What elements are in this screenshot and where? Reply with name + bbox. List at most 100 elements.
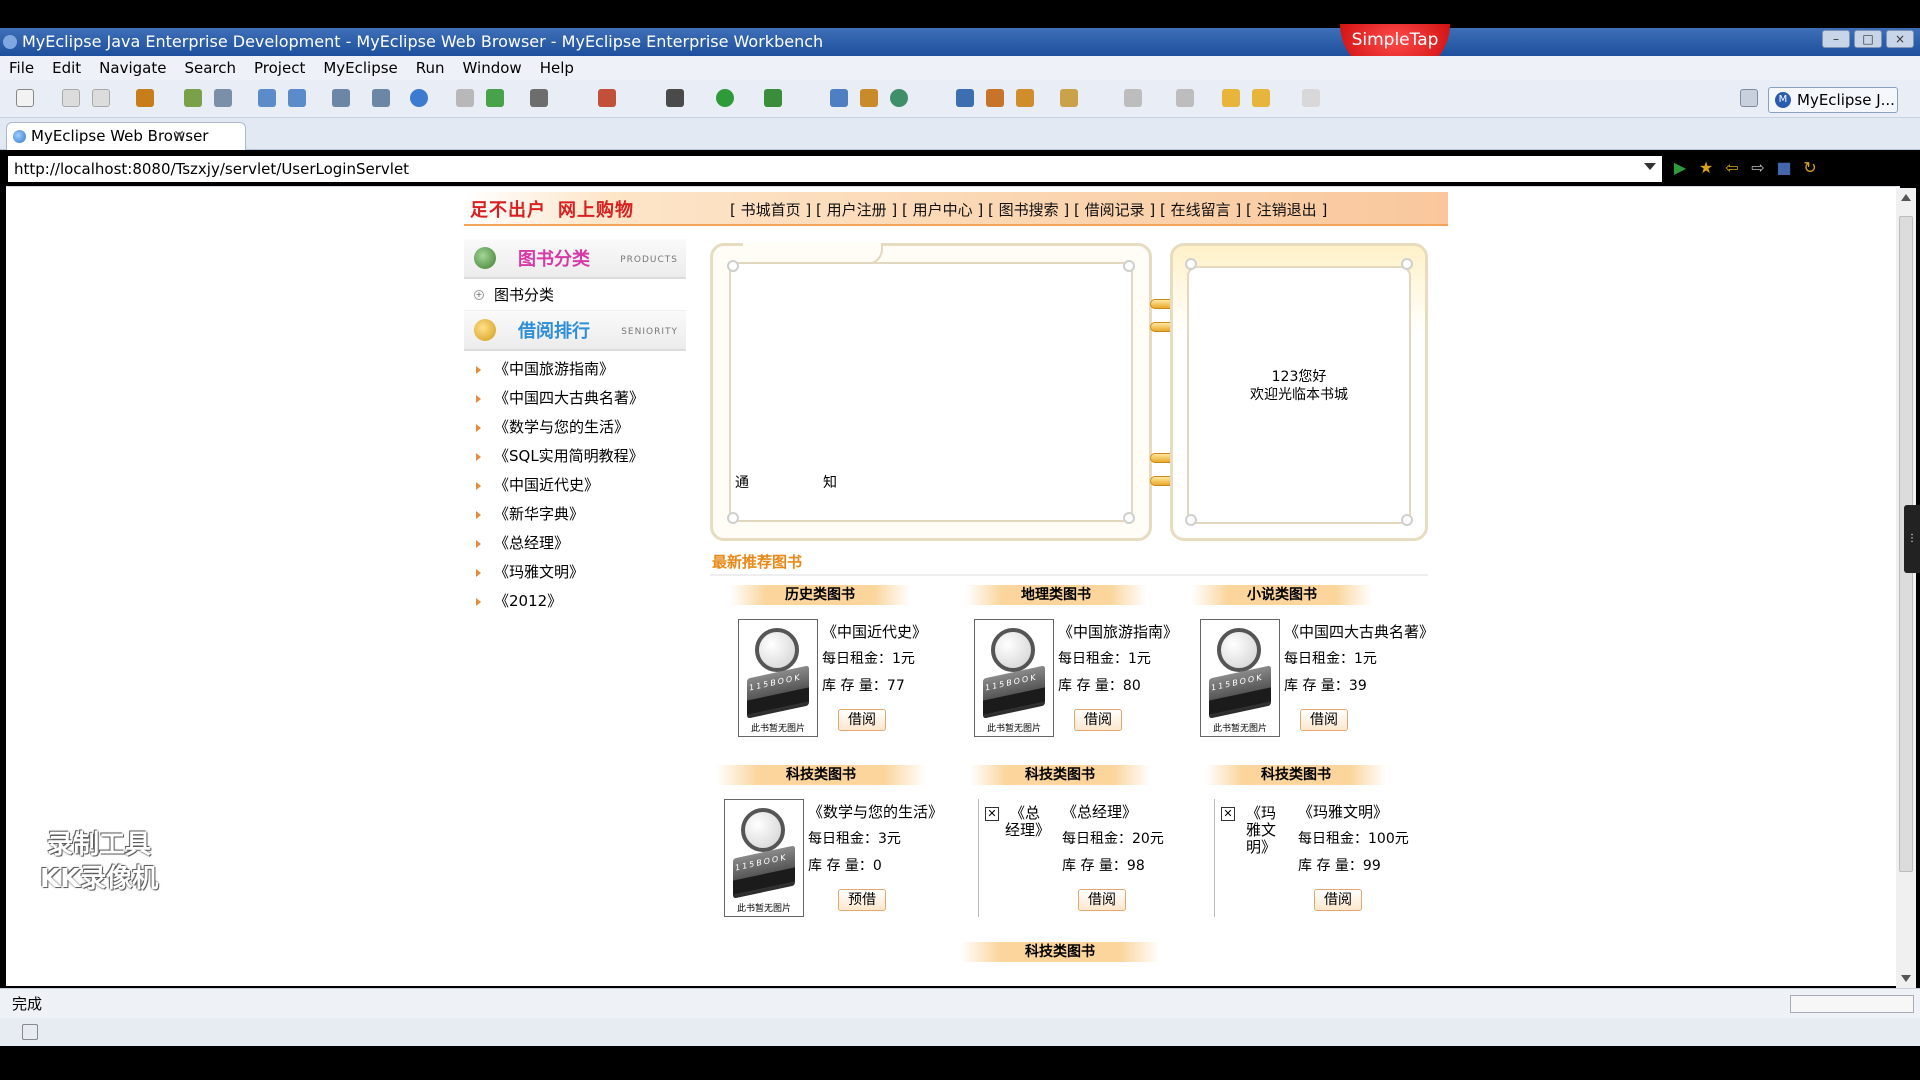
open-icon[interactable] [456,89,474,107]
rank-item[interactable]: 《总经理》 [464,529,686,558]
run-icon[interactable] [716,89,734,107]
rank-item[interactable]: 《SQL实用简明教程》 [464,442,686,471]
save-icon[interactable] [62,89,80,107]
folder-icon[interactable] [1060,89,1078,107]
menu-window[interactable]: Window [454,56,531,80]
borrow-button[interactable]: 借阅 [1078,889,1126,911]
browser-forward-icon[interactable]: ⇨ [1748,158,1768,178]
rank-item[interactable]: 《中国四大古典名著》 [464,384,686,413]
deploy-icon[interactable] [258,89,276,107]
export-icon[interactable] [372,89,390,107]
back-icon[interactable] [1252,89,1270,107]
tab-web-browser[interactable]: MyEclipse Web Browser ✕ [6,122,246,150]
debug-icon[interactable] [184,89,202,107]
browser-back-icon[interactable]: ⇦ [1722,158,1742,178]
favorites-icon[interactable]: ★ [1696,158,1716,178]
last-edit-icon[interactable] [1222,89,1240,107]
browser-nav-icons: ▶ ★ ⇦ ⇨ ■ ↻ [1670,158,1820,178]
book-stock: 库 存 量：0 [808,858,882,874]
bullet-icon [476,540,481,548]
book-title[interactable]: 《总经理》 [1062,799,1164,826]
tools-icon[interactable] [598,89,616,107]
forward-icon[interactable] [1302,89,1320,107]
menu-help[interactable]: Help [531,56,583,80]
site-nav[interactable]: [ 书城首页 ] [ 用户注册 ] [ 用户中心 ] [ 图书搜索 ] [ 借阅… [730,199,1327,220]
stop-icon[interactable]: ■ [1774,158,1794,178]
book-title[interactable]: 《中国近代史》 [822,619,927,646]
next-annotation-icon[interactable] [1124,89,1142,107]
category-item[interactable]: + 图书分类 [464,279,686,311]
menu-edit[interactable]: Edit [43,56,90,80]
book-cover[interactable]: 115BOOK 此书暂无图片 [738,619,818,737]
go-icon[interactable]: ▶ [1670,158,1690,178]
url-dropdown-icon[interactable] [1644,163,1656,170]
borrow-button[interactable]: 借阅 [1314,889,1362,911]
rank-item[interactable]: 《新华字典》 [464,500,686,529]
rank-item[interactable]: 《2012》 [464,587,686,616]
bug-icon[interactable] [666,89,684,107]
maximize-icon[interactable]: □ [1854,30,1882,48]
screen-icon[interactable] [530,89,548,107]
run-external-icon[interactable] [764,89,782,107]
book-rent: 每日租金：3元 [808,831,901,847]
browser-refresh-icon[interactable]: ↻ [1800,158,1820,178]
menu-navigate[interactable]: Navigate [90,56,175,80]
borrow-button[interactable]: 借阅 [1300,709,1348,731]
vertical-scrollbar[interactable] [1896,188,1916,988]
side-panel-handle[interactable]: ⋮ [1904,505,1920,573]
menu-bar: File Edit Navigate Search Project MyEcli… [0,56,1920,80]
cover-nopic-label: 此书暂无图片 [986,724,1041,734]
book-title[interactable]: 《中国四大古典名著》 [1284,619,1434,646]
menu-search[interactable]: Search [175,56,245,80]
bullet-icon [476,511,481,519]
minimize-icon[interactable]: – [1822,30,1850,48]
url-input[interactable]: http://localhost:8080/Tszxjy/servlet/Use… [8,156,1662,182]
scroll-down-icon[interactable] [1901,975,1911,982]
book-cover[interactable]: 115BOOK 此书暂无图片 [974,619,1054,737]
ring-icon [1401,258,1413,270]
rank-item[interactable]: 《数学与您的生活》 [464,413,686,442]
cover-nopic-label: 此书暂无图片 [1212,724,1267,734]
open-perspective-icon[interactable] [1740,89,1758,107]
redeploy-icon[interactable] [288,89,306,107]
package-icon[interactable] [136,89,154,107]
edit-icon[interactable] [986,89,1004,107]
new-package-icon[interactable] [860,89,878,107]
prev-annotation-icon[interactable] [1176,89,1194,107]
close-window-icon[interactable]: × [1886,30,1914,48]
category-header: 图书分类 PRODUCTS [464,239,686,279]
book-title[interactable]: 《数学与您的生活》 [808,799,943,826]
menu-myeclipse[interactable]: MyEclipse [314,56,406,80]
book-title[interactable]: 《中国旅游指南》 [1058,619,1178,646]
book-rent: 每日租金：20元 [1062,831,1164,847]
book-cover[interactable]: 115BOOK 此书暂无图片 [724,799,804,917]
db-icon[interactable] [332,89,350,107]
browser-icon[interactable] [410,89,428,107]
refresh-icon[interactable] [486,89,504,107]
close-icon[interactable]: ✕ [173,123,185,149]
print-icon[interactable] [92,89,110,107]
open-type-icon[interactable] [956,89,974,107]
borrow-button[interactable]: 借阅 [1074,709,1122,731]
annotate-icon[interactable] [1016,89,1034,107]
book-cover[interactable]: ✕ 《玛雅文明》 [1214,799,1294,917]
book-title[interactable]: 《玛雅文明》 [1298,799,1409,826]
rank-item[interactable]: 《玛雅文明》 [464,558,686,587]
menu-run[interactable]: Run [407,56,454,80]
new-wizard-icon[interactable] [890,89,908,107]
book-cover[interactable]: 115BOOK 此书暂无图片 [1200,619,1280,737]
book-cover[interactable]: ✕ 《总经理》 [978,799,1058,917]
book-info: 《中国旅游指南》 每日租金：1元 库 存 量：80 [1058,619,1178,700]
borrow-button[interactable]: 借阅 [838,709,886,731]
fast-view-icon[interactable] [22,1024,38,1040]
rank-item[interactable]: 《中国旅游指南》 [464,355,686,384]
reserve-button[interactable]: 预借 [838,889,886,911]
rank-item[interactable]: 《中国近代史》 [464,471,686,500]
perspective-button[interactable]: M MyEclipse J... [1768,87,1898,113]
scroll-up-icon[interactable] [1901,194,1911,201]
server-icon[interactable] [214,89,232,107]
new-class-icon[interactable] [830,89,848,107]
menu-file[interactable]: File [0,56,43,80]
menu-project[interactable]: Project [245,56,314,80]
new-icon[interactable] [16,89,34,107]
